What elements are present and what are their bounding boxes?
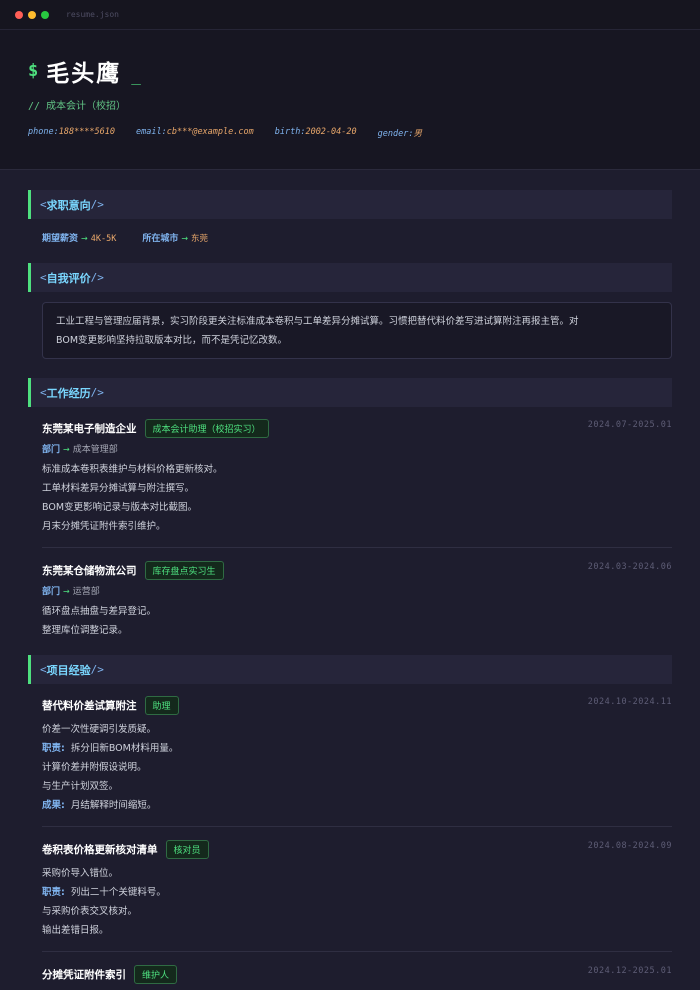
company-name: 东莞某电子制造企业 <box>42 422 137 435</box>
entry-heading: 东莞某电子制造企业 成本会计助理（校招实习） 2024.07-2025.01 <box>42 418 672 438</box>
list-item: 标准成本卷积表维护与材料价格更新核对。 <box>42 464 223 475</box>
maximize-window-button[interactable] <box>41 10 49 19</box>
project-entry: 分摊凭证附件索引 维护人 2024.12-2025.01 <box>28 964 672 984</box>
section-title: 求职意向 <box>46 198 91 212</box>
cursor-icon: _ <box>131 65 141 85</box>
work-entry: 东莞某仓储物流公司 库存盘点实习生 2024.03-2024.06 部门 → 运营部… <box>28 560 672 640</box>
divider <box>42 951 672 952</box>
list-item: 整理库位调整记录。 <box>42 625 128 636</box>
resume-header: $ 毛头鹰 _ // 成本会计（校招） phone:188****5610 em… <box>0 30 700 170</box>
duty-list: 循环盘点抽盘与差异登记。 整理库位调整记录。 <box>42 602 672 640</box>
project-details: 价差一次性硬调引发质疑。 职责: 拆分旧新BOM材料用量。 计算价差并附假设说明。… <box>42 720 672 815</box>
resume-body: < 求职意向/> 期望薪资 → 4K-5K 所在城市 → 东莞 < 自我评价/> 工业工程与… <box>0 170 700 984</box>
arrow-icon: → <box>63 445 70 454</box>
department: 部门 → 运营部 <box>42 587 100 597</box>
project-name: 替代料价差试算附注 <box>42 699 137 712</box>
company-name: 东莞某仓储物流公司 <box>42 564 137 577</box>
date-range: 2024.08-2024.09 <box>587 841 672 851</box>
candidate-name: 毛头鹰 <box>46 61 122 87</box>
contact-birth: birth:2002-04-20 <box>274 127 357 137</box>
entry-heading: 分摊凭证附件索引 维护人 2024.12-2025.01 <box>42 964 672 984</box>
department: 部门 → 成本管理部 <box>42 445 118 455</box>
window-titlebar: resume.json <box>0 0 700 30</box>
contact-phone: phone:188****5610 <box>28 127 116 137</box>
entry-heading: 东莞某仓储物流公司 库存盘点实习生 2024.03-2024.06 <box>42 560 672 580</box>
list-item: 采购价导入错位。 <box>42 868 119 879</box>
section-header-work: < 工作经历/> <box>28 378 672 407</box>
divider <box>42 826 672 827</box>
arrow-icon: → <box>81 234 88 243</box>
project-details: 采购价导入错位。 职责: 列出二十个关键料号。 与采购价表交叉核对。 输出差错日报… <box>42 864 672 940</box>
project-name: 分摊凭证附件索引 <box>42 968 126 981</box>
window-title: resume.json <box>66 10 119 19</box>
contact-email: email:cb***@example.com <box>136 127 254 137</box>
self-evaluation: 工业工程与管理应届背景，实习阶段更关注标准成本卷积与工单差异分摊试算。习惯把替代… <box>42 302 672 359</box>
entry-heading: 替代料价差试算附注 助理 2024.10-2024.11 <box>42 695 672 715</box>
terminal-prompt-icon: $ <box>28 61 39 81</box>
section-header-summary: < 自我评价/> <box>28 263 672 292</box>
date-range: 2024.03-2024.06 <box>587 562 672 572</box>
section-title: 项目经验 <box>46 663 91 677</box>
minimize-window-button[interactable] <box>28 10 36 19</box>
date-range: 2024.07-2025.01 <box>587 420 672 430</box>
role-badge: 维护人 <box>134 964 178 984</box>
name-row: $ 毛头鹰 _ <box>28 56 672 87</box>
project-entry: 卷积表价格更新核对清单 核对员 2024.08-2024.09 采购价导入错位。… <box>28 839 672 940</box>
duty-list: 标准成本卷积表维护与材料价格更新核对。 工单材料差异分摊试算与附注撰写。 BOM… <box>42 460 672 536</box>
entry-heading: 卷积表价格更新核对清单 核对员 2024.08-2024.09 <box>42 839 672 859</box>
list-item: 职责: 拆分旧新BOM材料用量。 <box>42 743 179 754</box>
section-title: 自我评价 <box>46 271 91 285</box>
date-range: 2024.10-2024.11 <box>587 697 672 707</box>
list-item: 与生产计划双签。 <box>42 781 119 792</box>
position-badge: 库存盘点实习生 <box>144 560 224 580</box>
target-role: // 成本会计（校招） <box>28 101 127 112</box>
role-badge: 助理 <box>144 695 179 715</box>
project-entry: 替代料价差试算附注 助理 2024.10-2024.11 价差一次性硬调引发质疑… <box>28 695 672 815</box>
list-item: 输出差错日报。 <box>42 925 109 936</box>
arrow-icon: → <box>63 587 70 596</box>
job-intent: 期望薪资 → 4K-5K 所在城市 → 东莞 <box>28 219 672 263</box>
list-item: 成果: 月结解释时间缩短。 <box>42 800 157 811</box>
project-name: 卷积表价格更新核对清单 <box>42 843 158 856</box>
arrow-icon: → <box>181 234 189 243</box>
list-item: 与采购价表交叉核对。 <box>42 906 138 917</box>
list-item: BOM变更影响记录与版本对比截图。 <box>42 502 198 513</box>
list-item: 月末分摊凭证附件索引维护。 <box>42 521 166 532</box>
role-badge: 核对员 <box>165 839 209 859</box>
current-city: 所在城市 → 东莞 <box>142 234 209 244</box>
contact-gender: gender:男 <box>377 129 422 139</box>
list-item: 工单材料差异分摊试算与附注撰写。 <box>42 483 195 494</box>
contact-info: phone:188****5610 email:cb***@example.co… <box>28 127 672 139</box>
list-item: 价差一次性硬调引发质疑。 <box>42 724 157 735</box>
section-header-projects: < 项目经验/> <box>28 655 672 684</box>
section-header-intent: < 求职意向/> <box>28 190 672 219</box>
list-item: 循环盘点抽盘与差异登记。 <box>42 606 157 617</box>
date-range: 2024.12-2025.01 <box>587 966 672 976</box>
work-entry: 东莞某电子制造企业 成本会计助理（校招实习） 2024.07-2025.01 部… <box>28 418 672 536</box>
section-title: 工作经历 <box>46 386 91 400</box>
position-badge: 成本会计助理（校招实习） <box>144 418 269 438</box>
divider <box>42 547 672 548</box>
expected-salary: 期望薪资 → 4K-5K <box>42 234 117 244</box>
list-item: 职责: 列出二十个关键料号。 <box>42 887 166 898</box>
close-window-button[interactable] <box>15 10 23 19</box>
list-item: 计算价差并附假设说明。 <box>42 762 147 773</box>
